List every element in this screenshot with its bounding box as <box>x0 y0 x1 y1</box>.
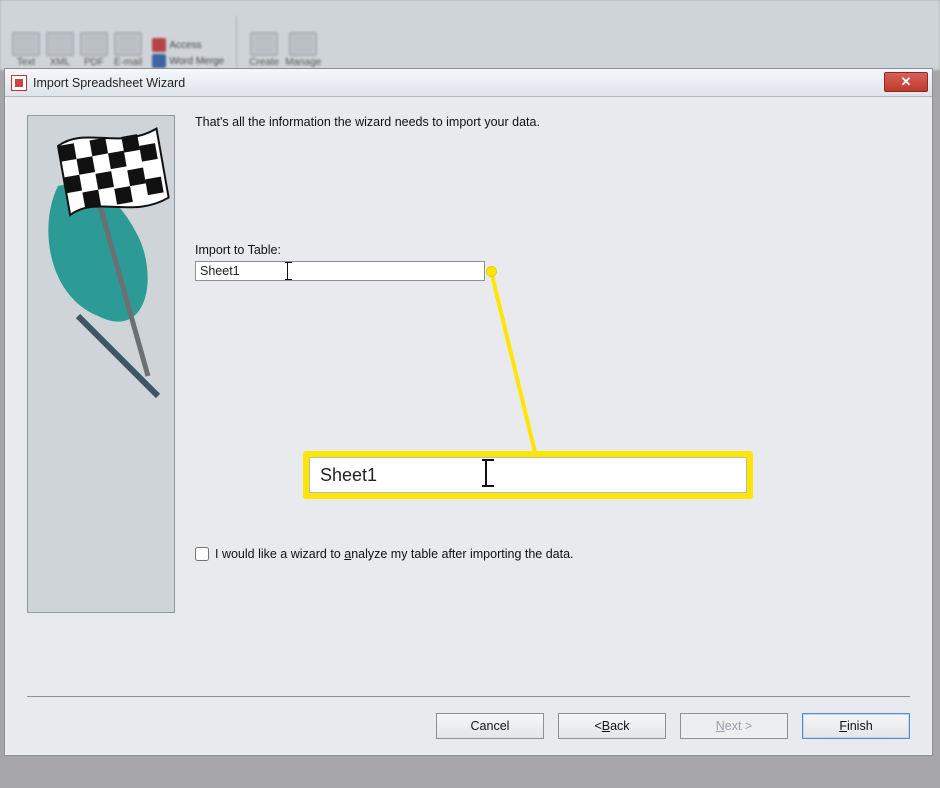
callout-zoom-input[interactable] <box>309 457 747 493</box>
back-button[interactable]: < Back <box>558 713 666 739</box>
analyze-table-label: I would like a wizard to analyze my tabl… <box>215 547 574 561</box>
access-icon <box>152 38 166 52</box>
ribbon-item-manage[interactable]: Manage <box>285 32 321 68</box>
ribbon-item-xml[interactable]: XML <box>46 32 74 68</box>
ribbon-item-pdf[interactable]: PDF <box>80 32 108 68</box>
import-to-table-input[interactable] <box>195 261 485 281</box>
import-to-table-label: Import to Table: <box>195 243 281 257</box>
ribbon-item-create[interactable]: Create <box>249 32 279 68</box>
callout-zoom-box <box>303 451 753 499</box>
callout-anchor-dot <box>486 266 497 277</box>
ribbon-item-access[interactable]: Access <box>152 38 224 52</box>
callout-text-cursor-icon <box>485 461 487 485</box>
dialog-title: Import Spreadsheet Wizard <box>33 76 185 90</box>
ribbon-item-email[interactable]: E-mail <box>114 32 142 68</box>
cancel-button[interactable]: Cancel <box>436 713 544 739</box>
titlebar[interactable]: Import Spreadsheet Wizard ✕ <box>5 69 932 97</box>
wordmerge-icon <box>152 54 166 68</box>
ribbon-item-text[interactable]: Text <box>12 32 40 68</box>
wizard-instruction-text: That's all the information the wizard ne… <box>195 115 912 129</box>
text-cursor-icon <box>287 263 288 279</box>
wizard-sidebar-image <box>27 115 175 613</box>
analyze-table-checkbox[interactable] <box>195 547 209 561</box>
import-spreadsheet-wizard-dialog: Import Spreadsheet Wizard ✕ <box>4 68 933 756</box>
ribbon-item-wordmerge[interactable]: Word Merge <box>152 54 224 68</box>
finish-button[interactable]: Finish <box>802 713 910 739</box>
close-icon: ✕ <box>901 74 912 90</box>
ribbon-background: Text XML PDF E-mail Access Word Merge Cr… <box>0 0 940 70</box>
close-button[interactable]: ✕ <box>884 72 928 92</box>
next-button: Next > <box>680 713 788 739</box>
footer-divider <box>27 696 910 697</box>
app-icon <box>11 75 27 91</box>
